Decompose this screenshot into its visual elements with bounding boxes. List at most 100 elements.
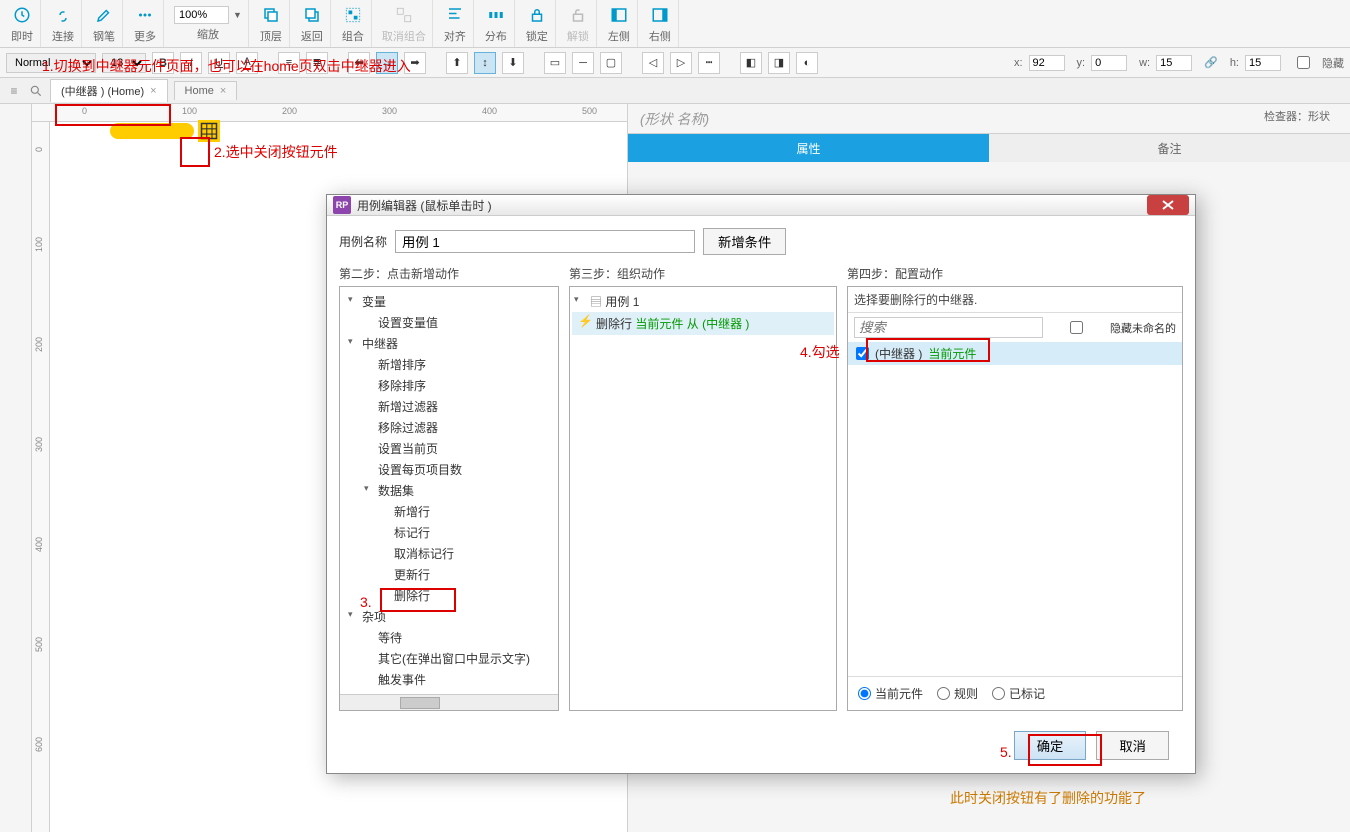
action-fire-event[interactable]: 触发事件 (342, 669, 556, 690)
page-tab-home[interactable]: Home × (174, 81, 238, 100)
page-tab-active[interactable]: (中继器 ) (Home) × (50, 79, 168, 102)
back-icon (300, 4, 324, 26)
chevron-down-icon[interactable]: ▼ (233, 10, 242, 20)
case-node[interactable]: ▾ ▤ 用例 1 (572, 291, 834, 312)
action-add-row[interactable]: 新增行 (342, 501, 556, 522)
tree-group-variable[interactable]: ▾变量 (342, 291, 556, 312)
scrollbar-horizontal[interactable] (340, 694, 558, 710)
tool-link[interactable]: 连接 (45, 0, 82, 47)
align-center-button[interactable]: ↔ (376, 52, 398, 74)
tab-notes[interactable]: 备注 (989, 134, 1350, 162)
line-style-button[interactable]: ┅ (698, 52, 720, 74)
action-other[interactable]: 其它(在弹出窗口中显示文字) (342, 648, 556, 669)
radio-marked[interactable]: 已标记 (992, 685, 1045, 702)
fill-button[interactable]: ▭ (544, 52, 566, 74)
tool-ungroup[interactable]: 取消组合 (376, 0, 433, 47)
step4-label: 第四步：配置动作 (847, 265, 1183, 282)
lock-aspect-icon[interactable]: 🔗 (1204, 56, 1218, 69)
ruler-vertical: 0 100 200 300 400 500 600 (32, 122, 50, 832)
font-size-select[interactable]: 13 (102, 53, 146, 73)
cancel-button[interactable]: 取消 (1096, 731, 1169, 760)
close-icon[interactable]: × (220, 85, 226, 97)
align-icon (443, 4, 467, 26)
tool-left-panel[interactable]: 左侧 (601, 0, 638, 47)
tool-distribute[interactable]: 分布 (478, 0, 515, 47)
tool-unlock[interactable]: 解锁 (560, 0, 597, 47)
tool-lock[interactable]: 锁定 (519, 0, 556, 47)
action-add-sort[interactable]: 新增排序 (342, 354, 556, 375)
numbered-button[interactable]: ≣ (306, 52, 328, 74)
tree-group-repeater[interactable]: ▾中继器 (342, 333, 556, 354)
group-icon (341, 4, 365, 26)
bold-button[interactable]: B (152, 52, 174, 74)
action-set-variable[interactable]: 设置变量值 (342, 312, 556, 333)
border-button[interactable]: ▢ (600, 52, 622, 74)
opacity-button[interactable]: ◐ (796, 52, 818, 74)
tab-properties[interactable]: 属性 (628, 134, 989, 162)
menu-icon[interactable]: ≡ (6, 83, 22, 99)
w-input[interactable] (1156, 55, 1192, 71)
font-color-button[interactable]: A (236, 52, 258, 74)
valign-top-button[interactable]: ⬆ (446, 52, 468, 74)
yellow-shape[interactable] (110, 123, 194, 139)
tool-group[interactable]: 组合 (335, 0, 372, 47)
shape-name-field[interactable]: (形状 名称) (628, 104, 1350, 134)
action-remove-filter[interactable]: 移除过滤器 (342, 417, 556, 438)
line-start-button[interactable]: ◁ (642, 52, 664, 74)
italic-button[interactable]: I (180, 52, 202, 74)
y-input[interactable] (1091, 55, 1127, 71)
action-mark-row[interactable]: 标记行 (342, 522, 556, 543)
tool-right-panel[interactable]: 右侧 (642, 0, 679, 47)
radio-rule[interactable]: 规则 (937, 685, 978, 702)
case-name-input[interactable] (395, 230, 695, 253)
close-icon[interactable]: × (150, 85, 156, 97)
action-delete-row[interactable]: 删除行 (342, 585, 556, 606)
line-end-button[interactable]: ▷ (670, 52, 692, 74)
repeater-checkbox[interactable] (856, 347, 869, 360)
radio-current[interactable]: 当前元件 (858, 685, 923, 702)
dialog-close-button[interactable] (1147, 195, 1189, 215)
ok-button[interactable]: 确定 (1014, 731, 1087, 760)
line-button[interactable]: ─ (572, 52, 594, 74)
style-select[interactable]: Normal (6, 53, 96, 73)
config-search-input[interactable] (854, 317, 1043, 338)
config-repeater-item[interactable]: (中继器 ) 当前元件 (848, 342, 1182, 365)
valign-middle-button[interactable]: ↕ (474, 52, 496, 74)
hide-unnamed-checkbox[interactable] (1049, 321, 1104, 334)
hidden-checkbox[interactable] (1297, 56, 1310, 69)
tool-label: 连接 (52, 28, 74, 44)
valign-bottom-button[interactable]: ⬇ (502, 52, 524, 74)
search-icon[interactable] (28, 83, 44, 99)
dialog-titlebar[interactable]: RP 用例编辑器 (鼠标单击时 ) (327, 195, 1195, 216)
tool-more[interactable]: 更多 (127, 0, 164, 47)
shadow-inner-button[interactable]: ◨ (768, 52, 790, 74)
tree-group-misc[interactable]: ▾杂项 (342, 606, 556, 627)
action-remove-sort[interactable]: 移除排序 (342, 375, 556, 396)
tool-back[interactable]: 返回 (294, 0, 331, 47)
shadow-outer-button[interactable]: ◧ (740, 52, 762, 74)
bullets-button[interactable]: ≡ (278, 52, 300, 74)
align-right-button[interactable]: ➡ (404, 52, 426, 74)
tool-front[interactable]: 顶层 (253, 0, 290, 47)
align-left-button[interactable]: ⬅ (348, 52, 370, 74)
repeater-widget[interactable] (198, 120, 220, 142)
action-add-filter[interactable]: 新增过滤器 (342, 396, 556, 417)
tool-align[interactable]: 对齐 (437, 0, 474, 47)
zoom-select[interactable] (174, 6, 229, 24)
action-update-row[interactable]: 更新行 (342, 564, 556, 585)
action-node[interactable]: ⚡ 删除行 当前元件 从 (中继器 ) (572, 312, 834, 335)
action-set-page[interactable]: 设置当前页 (342, 438, 556, 459)
ungroup-icon (392, 4, 416, 26)
underline-button[interactable]: U (208, 52, 230, 74)
tree-group-dataset[interactable]: ▾数据集 (342, 480, 556, 501)
h-input[interactable] (1245, 55, 1281, 71)
action-set-items-per-page[interactable]: 设置每页项目数 (342, 459, 556, 480)
bolt-icon: ⚡ (578, 314, 593, 328)
tool-clock[interactable]: 即时 (4, 0, 41, 47)
add-condition-button[interactable]: 新增条件 (703, 228, 786, 255)
x-input[interactable] (1029, 55, 1065, 71)
tool-pen[interactable]: 钢笔 (86, 0, 123, 47)
step4-column: 第四步：配置动作 选择要删除行的中继器. 隐藏未命名的 (中继器 ) 当前元件 (847, 265, 1183, 711)
action-unmark-row[interactable]: 取消标记行 (342, 543, 556, 564)
action-wait[interactable]: 等待 (342, 627, 556, 648)
